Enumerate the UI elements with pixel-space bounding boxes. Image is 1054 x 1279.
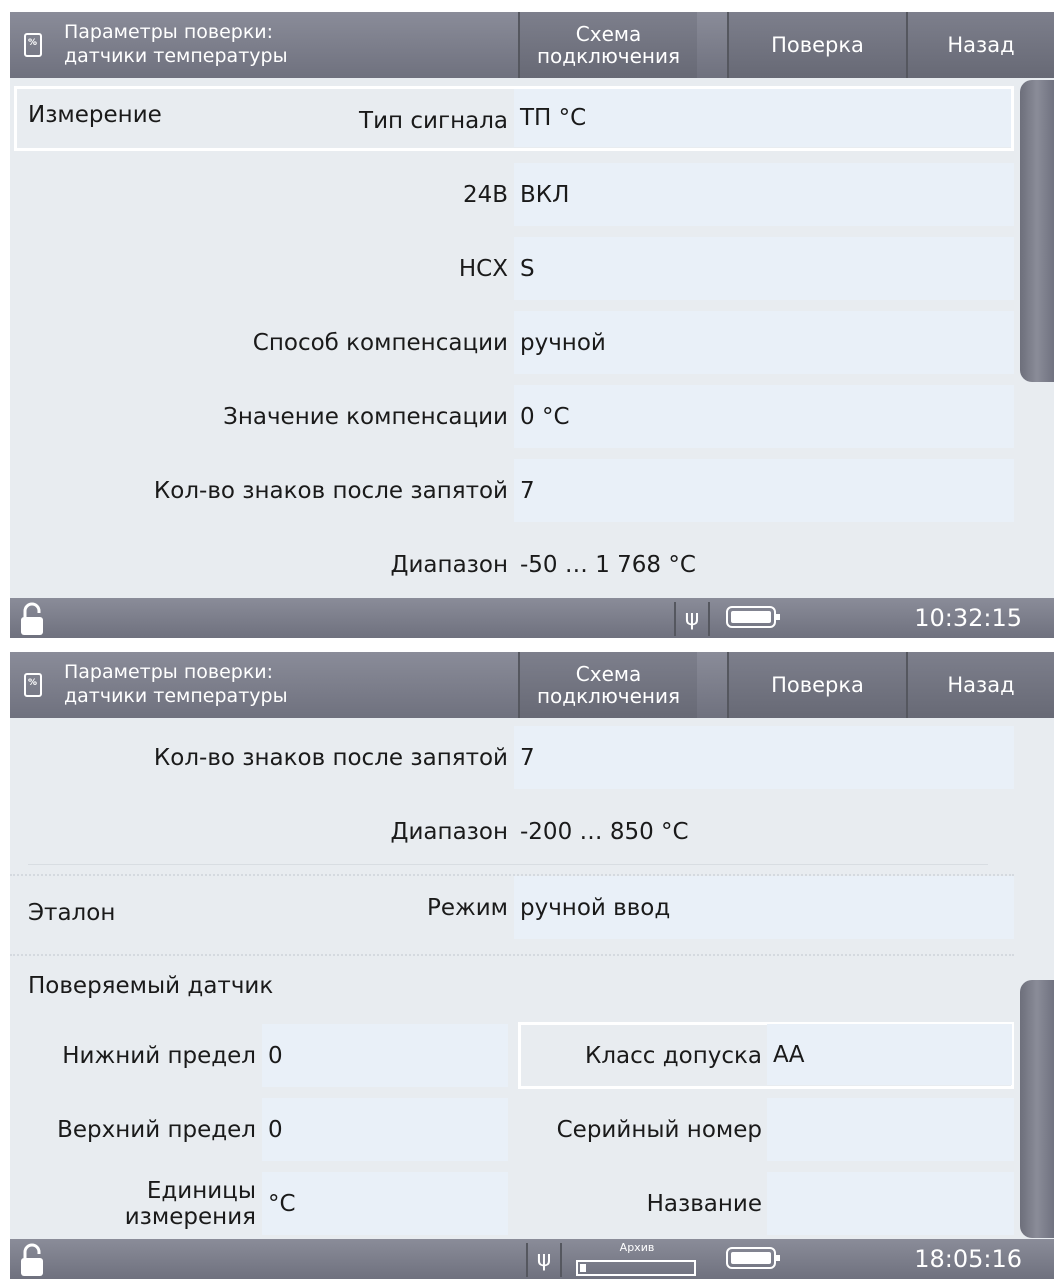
- connection-scheme-button[interactable]: Схема подключения: [518, 652, 697, 718]
- header-bar: % Параметры поверки: датчики температуры…: [10, 12, 1054, 78]
- check-button-label: Поверка: [771, 673, 864, 697]
- row-decimal-places[interactable]: Кол-во знаков после запятой 7: [10, 459, 1014, 522]
- row-value[interactable]: 0 °С: [514, 385, 1014, 448]
- row-value[interactable]: 0: [262, 1098, 508, 1161]
- row-label: Кол-во знаков после запятой: [153, 744, 508, 771]
- archive-indicator: Архив: [572, 1241, 702, 1279]
- row-tolerance-class[interactable]: Класс допуска АА: [522, 1024, 1014, 1087]
- row-label: Серийный номер: [556, 1116, 762, 1143]
- connection-scheme-button[interactable]: Схема подключения: [518, 12, 697, 78]
- row-label: Нижний предел: [62, 1042, 256, 1069]
- row-decimal-places[interactable]: Кол-во знаков после запятой 7: [10, 726, 1014, 789]
- header-bar: % Параметры поверки: датчики температуры…: [10, 652, 1054, 718]
- archive-progress-bar: [576, 1260, 696, 1276]
- row-label: Способ компенсации: [252, 329, 508, 356]
- usb-icon: ψ: [674, 602, 710, 636]
- row-label: Режим: [426, 894, 508, 921]
- screen-bottom: % Параметры поверки: датчики температуры…: [10, 652, 1054, 1279]
- row-range: Диапазон -50 … 1 768 °С: [10, 533, 1014, 596]
- back-button-label: Назад: [947, 673, 1015, 697]
- lock-open-icon[interactable]: [20, 1243, 44, 1277]
- settings-list: Кол-во знаков после запятой 7 Диапазон -…: [10, 718, 1054, 1239]
- status-bar: ψ 10:32:15: [10, 598, 1054, 638]
- row-serial-number[interactable]: Серийный номер: [522, 1098, 1014, 1161]
- back-button[interactable]: Назад: [906, 652, 1054, 718]
- connection-scheme-label-2: подключения: [536, 684, 681, 708]
- connection-scheme-label-2: подключения: [536, 44, 681, 68]
- row-value[interactable]: °С: [262, 1172, 508, 1235]
- document-percent-icon: %: [24, 673, 42, 697]
- row-units[interactable]: Единицы измерения °С: [10, 1172, 510, 1235]
- check-button[interactable]: Поверка: [727, 652, 906, 718]
- row-value[interactable]: ТП °С: [514, 89, 1011, 147]
- row-label: Значение компенсации: [223, 403, 508, 430]
- divider: [28, 864, 988, 865]
- row-compensation-value[interactable]: Значение компенсации 0 °С: [10, 385, 1014, 448]
- row-label: Класс допуска: [585, 1042, 762, 1069]
- row-upper-limit[interactable]: Верхний предел 0: [10, 1098, 510, 1161]
- row-value[interactable]: АА: [767, 1024, 1012, 1085]
- screen-top: % Параметры поверки: датчики температуры…: [10, 12, 1054, 638]
- row-range: Диапазон -200 … 850 °С: [10, 800, 1014, 863]
- row-value[interactable]: 7: [514, 459, 1014, 522]
- row-value: -200 … 850 °С: [520, 818, 689, 845]
- page-title-line2: датчики температуры: [64, 45, 288, 67]
- page-title: Параметры поверки: датчики температуры: [64, 660, 288, 708]
- row-nsx[interactable]: НСХ S: [10, 237, 1014, 300]
- row-value[interactable]: ВКЛ: [514, 163, 1014, 226]
- row-value[interactable]: ручной ввод: [514, 876, 1014, 939]
- lock-open-icon[interactable]: [20, 602, 44, 636]
- row-value[interactable]: ручной: [514, 311, 1014, 374]
- row-value: -50 … 1 768 °С: [520, 551, 696, 578]
- row-label: 24В: [462, 181, 508, 208]
- row-label: Единицы измерения: [10, 1172, 256, 1235]
- row-24v[interactable]: 24В ВКЛ: [10, 163, 1014, 226]
- row-value[interactable]: [767, 1098, 1014, 1161]
- row-lower-limit[interactable]: Нижний предел 0: [10, 1024, 510, 1087]
- usb-icon: ψ: [526, 1243, 562, 1277]
- clock: 18:05:16: [914, 1245, 1022, 1273]
- row-compensation-method[interactable]: Способ компенсации ручной: [10, 311, 1014, 374]
- connection-scheme-label-1: Схема: [575, 662, 642, 686]
- check-button[interactable]: Поверка: [727, 12, 906, 78]
- scrollbar-thumb[interactable]: [1020, 80, 1054, 382]
- units-label-line2: измерения: [124, 1203, 256, 1230]
- scrollbar-thumb[interactable]: [1020, 980, 1054, 1238]
- row-label: Диапазон: [390, 551, 508, 578]
- row-value[interactable]: [767, 1172, 1014, 1235]
- back-button[interactable]: Назад: [906, 12, 1054, 78]
- clock: 10:32:15: [914, 604, 1022, 632]
- page-title-line1: Параметры поверки:: [64, 21, 274, 43]
- battery-icon: [726, 1247, 780, 1269]
- check-button-label: Поверка: [771, 33, 864, 57]
- row-name[interactable]: Название: [522, 1172, 1014, 1235]
- page-title-line2: датчики температуры: [64, 685, 288, 707]
- row-label: Верхний предел: [57, 1116, 256, 1143]
- divider: [10, 954, 1014, 956]
- row-label: Диапазон: [390, 818, 508, 845]
- row-label: Название: [646, 1190, 762, 1217]
- row-value[interactable]: 7: [514, 726, 1014, 789]
- page-title: Параметры поверки: датчики температуры: [64, 20, 288, 68]
- row-value[interactable]: S: [514, 237, 1014, 300]
- back-button-label: Назад: [947, 33, 1015, 57]
- archive-label: Архив: [619, 1241, 655, 1254]
- settings-list: Измерение Тип сигнала ТП °С 24В ВКЛ НСХ …: [10, 78, 1054, 598]
- row-label: Тип сигнала: [359, 107, 508, 134]
- row-value[interactable]: 0: [262, 1024, 508, 1087]
- units-label-line1: Единицы: [146, 1177, 256, 1204]
- status-bar: ψ Архив 18:05:16: [10, 1239, 1054, 1279]
- row-etalon-mode[interactable]: Режим ручной ввод: [10, 876, 1014, 939]
- group-sensor-label: Поверяемый датчик: [28, 973, 274, 999]
- row-label: Кол-во знаков после запятой: [153, 477, 508, 504]
- row-signal-type[interactable]: Тип сигнала ТП °С: [10, 89, 1014, 152]
- row-label: НСХ: [458, 255, 508, 282]
- page-title-line1: Параметры поверки:: [64, 661, 274, 683]
- battery-icon: [726, 606, 780, 628]
- document-percent-icon: %: [24, 33, 42, 57]
- connection-scheme-label-1: Схема: [575, 22, 642, 46]
